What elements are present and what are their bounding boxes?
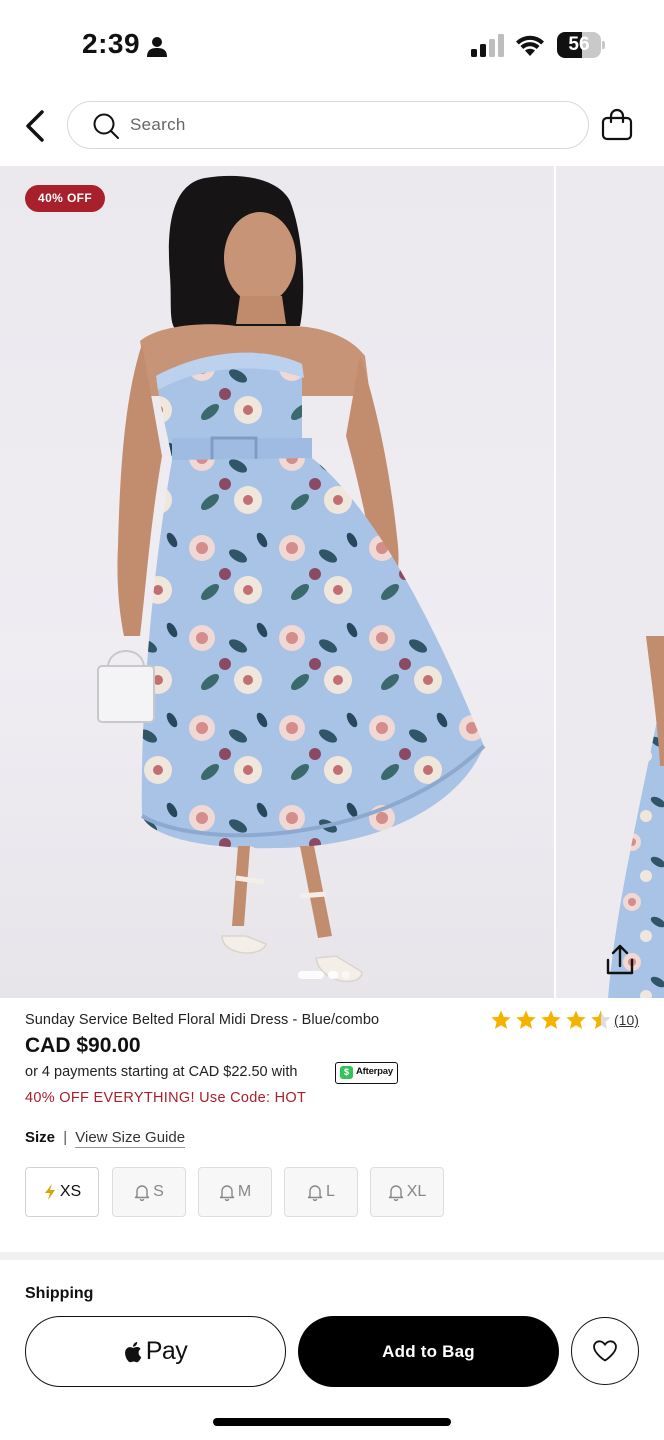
product-title: Sunday Service Belted Floral Midi Dress … [25,1012,380,1028]
bell-icon [219,1185,235,1201]
status-time: 2:39 [82,28,141,59]
bell-icon [388,1185,403,1201]
size-header: Size | View Size Guide [25,1129,186,1148]
status-bar: 2:39 56 [0,0,664,90]
wishlist-button[interactable] [571,1317,639,1385]
shopping-bag-icon[interactable] [600,108,634,142]
product-image[interactable] [0,166,554,998]
search-icon [93,113,119,139]
add-to-bag-button[interactable]: Add to Bag [298,1316,559,1387]
heart-icon [593,1340,617,1362]
section-divider [0,1252,664,1260]
star-half-icon [591,1010,611,1029]
next-product-image[interactable] [556,166,664,998]
review-count-link[interactable]: (10) [614,1012,639,1028]
battery-level: 56 [568,34,590,55]
apple-logo-icon [124,1341,142,1362]
back-arrow-icon[interactable] [20,108,52,144]
promo-text: 40% OFF EVERYTHING! Use Code: HOT [25,1090,307,1106]
size-options: XS S M L XL [25,1167,455,1217]
cellular-signal-icon [471,34,504,57]
star-full-icon [566,1010,586,1029]
battery-indicator: 56 [557,32,605,58]
share-icon[interactable] [602,942,638,978]
model-illustration [97,175,486,983]
wifi-icon [516,35,544,56]
size-option-label: M [237,1183,252,1200]
size-option-label: XS [59,1183,82,1200]
discount-badge: 40% OFF [25,185,106,212]
size-option-label: S [153,1183,164,1200]
size-option-m[interactable]: M [198,1167,272,1217]
home-indicator[interactable] [213,1418,451,1426]
afterpay-logo-icon: $ [340,1066,353,1079]
search-bar[interactable] [67,101,589,149]
size-separator: | [63,1129,68,1146]
size-guide-link[interactable]: View Size Guide [75,1129,186,1148]
search-input[interactable] [130,110,550,140]
bell-icon [307,1185,323,1201]
carousel-dot [328,971,338,979]
size-option-s[interactable]: S [112,1167,186,1217]
person-icon [147,37,167,57]
carousel-dot [342,971,350,979]
carousel-dot-active [298,971,324,979]
lightning-icon [44,1184,55,1200]
size-option-xl[interactable]: XL [370,1167,444,1217]
star-full-icon [516,1010,536,1029]
product-price: CAD $90.00 [25,1034,141,1057]
size-option-label: XL [406,1183,427,1200]
installments-text: or 4 payments starting at CAD $22.50 wit… [25,1064,298,1080]
afterpay-badge[interactable]: $ Afterpay [335,1062,398,1084]
star-full-icon [491,1010,511,1029]
afterpay-label: Afterpay [356,1066,393,1077]
size-option-label: L [326,1183,335,1200]
size-option-l[interactable]: L [284,1167,358,1217]
top-nav [0,96,664,156]
bell-icon [134,1185,150,1201]
size-option-xs[interactable]: XS [25,1167,99,1217]
star-rating[interactable]: (10) [490,1009,650,1033]
apple-pay-label: Pay [145,1337,188,1365]
carousel-dots [298,970,368,980]
star-full-icon [541,1010,561,1029]
size-label: Size [25,1129,56,1146]
shipping-heading[interactable]: Shipping [25,1285,93,1303]
apple-pay-button[interactable]: Pay [25,1316,286,1387]
product-image-gallery[interactable]: 40% OFF [0,166,664,998]
